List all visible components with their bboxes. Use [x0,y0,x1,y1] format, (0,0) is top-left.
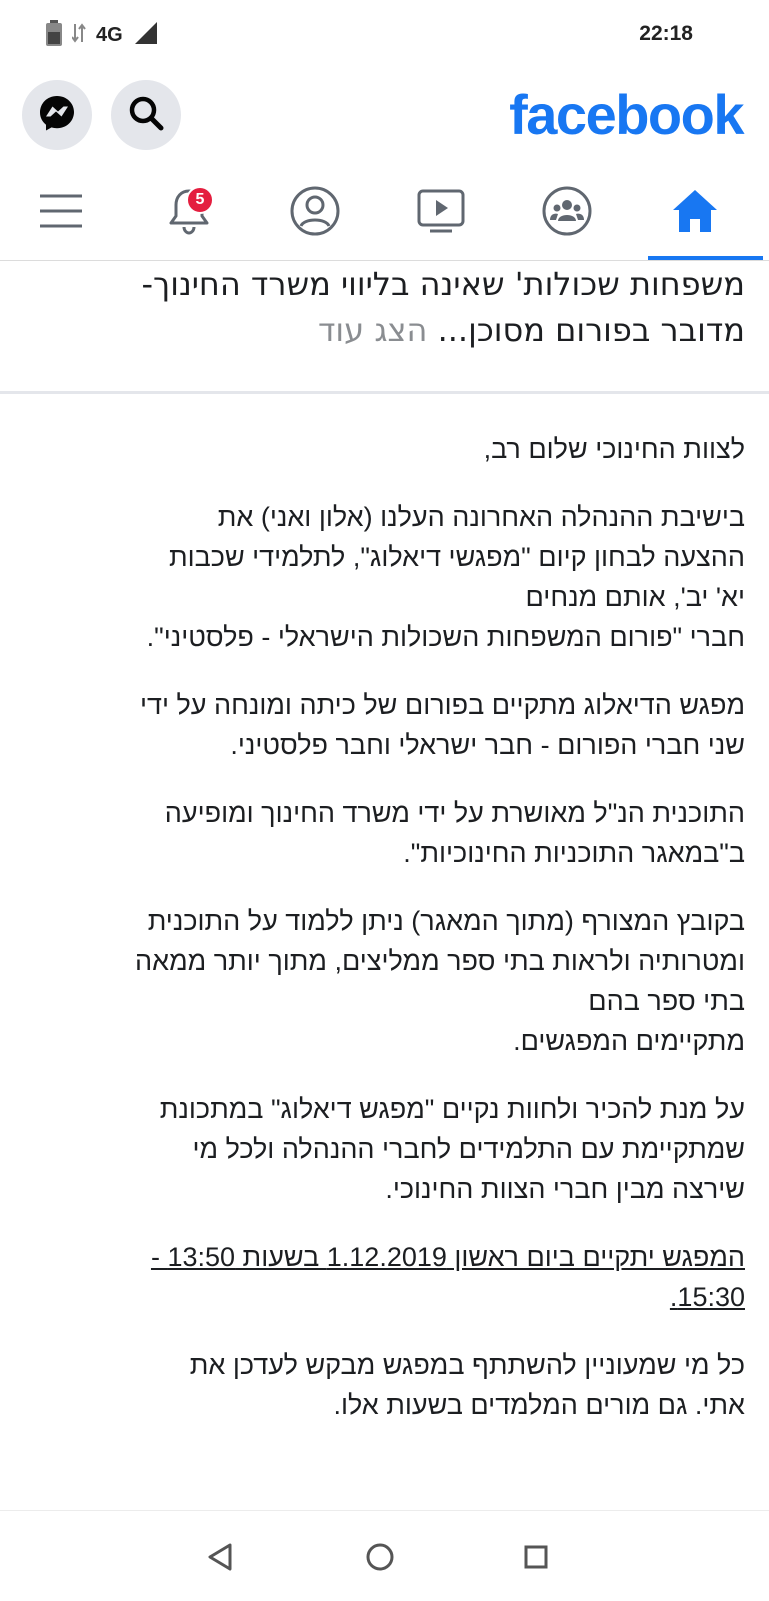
paragraph: התוכנית הנ"ל מאושרת על ידי משרד החינוך ו… [164,798,745,868]
tab-menu[interactable] [16,176,106,250]
recents-icon [523,1544,549,1574]
status-icons: 4G [46,20,159,50]
system-nav-bar [0,1510,769,1601]
see-more-link[interactable]: הצג עוד [318,311,427,349]
recents-button[interactable] [516,1539,556,1579]
meeting-date-paragraph: המפגש יתקיים ביום ראשון 1.12.2019 בשעות … [150,1242,745,1312]
search-button[interactable] [111,80,181,150]
post-text-preview: משפחות שכולות' שאינה בליווי משרד החינוך-… [20,261,746,353]
data-arrows-icon [71,22,86,48]
app-header: facebook [0,66,769,166]
clock: 22:18 [639,22,693,45]
post-line: משפחות שכולות' שאינה בליווי משרד החינוך- [141,265,746,303]
paragraph: כל מי שמעוניין להשתתף במפגש מבקש לעדכן א… [189,1350,745,1420]
video-icon [416,188,466,238]
facebook-logo[interactable]: facebook [509,82,744,147]
tab-watch[interactable] [396,176,486,250]
post-line-text: מדובר בפורום מסוכן... [437,311,745,349]
signal-icon [133,21,159,49]
tab-groups[interactable] [522,176,612,250]
paragraph: בקובץ המצורף (מתוך המאגר) ניתן ללמוד על … [135,906,745,1056]
attached-document-text: לצוות החינוכי שלום רב, בישיבת ההנהלה האח… [24,429,745,1453]
paragraph: מפגש הדיאלוג מתקיים בפורום של כיתה ומונח… [139,690,745,760]
paragraph: בישיבת ההנהלה האחרונה העלנו (אלון ואני) … [146,502,745,652]
post-content: משפחות שכולות' שאינה בליווי משרד החינוך-… [0,261,769,1510]
battery-icon [46,20,62,50]
home-nav-button[interactable] [360,1539,400,1579]
home-icon [670,187,720,239]
menu-icon [38,191,84,235]
notification-badge: 5 [186,186,214,214]
tab-profile[interactable] [270,176,360,250]
search-icon [126,93,166,137]
messenger-icon [37,93,77,137]
home-circle-icon [365,1542,395,1576]
divider [0,391,769,394]
profile-icon [289,185,341,241]
paragraph: על מנת להכיר ולחוות נקיים "מפגש דיאלוג" … [159,1094,745,1204]
messenger-button[interactable] [22,80,92,150]
tab-notifications[interactable]: 5 [144,176,234,250]
active-tab-indicator [648,256,763,260]
paragraph-greeting: לצוות החינוכי שלום רב, [483,434,745,464]
post-line: מדובר בפורום מסוכן... הצג עוד [20,307,745,353]
tab-bar: 5 [0,166,769,261]
tab-home[interactable] [650,176,740,250]
groups-icon [541,185,593,241]
status-bar: 4G 22:18 [0,0,769,66]
network-type: 4G [96,23,123,46]
back-icon [206,1542,234,1576]
back-button[interactable] [200,1539,240,1579]
